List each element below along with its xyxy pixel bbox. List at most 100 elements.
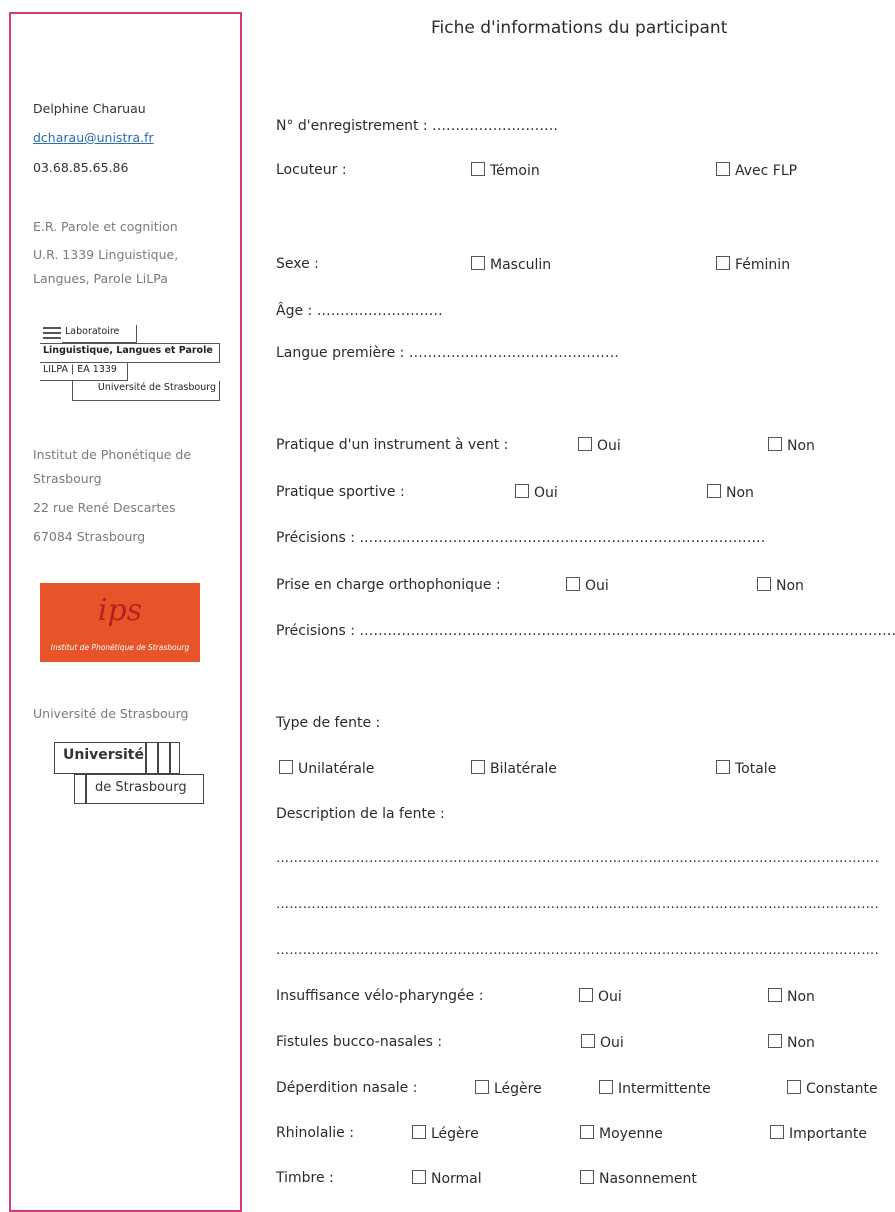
page-title: Fiche d'informations du participant (431, 18, 728, 38)
checkbox-icon (581, 1034, 595, 1048)
unistra-logo-bar (170, 742, 180, 774)
checkbox-feminin[interactable]: Féminin (716, 256, 790, 273)
unistra-logo-bar (158, 742, 170, 774)
checkbox-rhino-moyenne[interactable]: Moyenne (580, 1125, 663, 1142)
first-language-field[interactable]: Langue première : ……………………………………… (276, 345, 619, 361)
checkbox-icon (471, 760, 485, 774)
ips-logo-caption: Institut de Phonétique de Strasbourg (50, 643, 190, 652)
checkbox-label: Unilatérale (298, 761, 375, 777)
vpi-label: Insuffisance vélo-pharyngée : (276, 988, 484, 1004)
checkbox-label: Oui (534, 485, 558, 501)
unistra-logo-bar (74, 774, 86, 804)
checkbox-temoin[interactable]: Témoin (471, 162, 540, 179)
checkbox-label: Féminin (735, 257, 791, 273)
team-line-2: U.R. 1339 Linguistique, (33, 247, 179, 262)
checkbox-icon (757, 577, 771, 591)
checkbox-therapy-yes[interactable]: Oui (566, 577, 609, 594)
checkbox-icon (716, 162, 730, 176)
checkbox-icon (412, 1170, 426, 1184)
checkbox-label: Constante (806, 1081, 878, 1097)
checkbox-unilaterale[interactable]: Unilatérale (279, 760, 374, 777)
checkbox-wind-no[interactable]: Non (768, 437, 815, 454)
checkbox-label: Importante (789, 1126, 868, 1142)
lines-icon (40, 325, 61, 343)
checkbox-sport-yes[interactable]: Oui (515, 484, 558, 501)
checkbox-icon (578, 437, 592, 451)
contact-email-link[interactable]: dcharau@unistra.fr (33, 130, 154, 145)
checkbox-therapy-no[interactable]: Non (757, 577, 804, 594)
checkbox-totale[interactable]: Totale (716, 760, 776, 777)
checkbox-rhino-legere[interactable]: Légère (412, 1125, 479, 1142)
checkbox-icon (579, 988, 593, 1002)
institute-line-2: Strasbourg (33, 471, 102, 486)
checkbox-bilaterale[interactable]: Bilatérale (471, 760, 557, 777)
checkbox-timbre-nasonnement[interactable]: Nasonnement (580, 1170, 697, 1187)
checkbox-label: Totale (735, 761, 777, 777)
checkbox-icon (599, 1080, 613, 1094)
checkbox-label: Non (726, 485, 754, 501)
checkbox-sport-no[interactable]: Non (707, 484, 754, 501)
checkbox-label: Oui (598, 989, 622, 1005)
checkbox-icon (707, 484, 721, 498)
checkbox-label: Avec FLP (735, 163, 798, 179)
fistula-label: Fistules bucco-nasales : (276, 1034, 443, 1050)
checkbox-fistula-no[interactable]: Non (768, 1034, 815, 1051)
checkbox-icon (279, 760, 293, 774)
checkbox-vpi-no[interactable]: Non (768, 988, 815, 1005)
cleft-description-line-1[interactable]: …………………………………………………………………………………………………………… (276, 851, 878, 866)
checkbox-avec-flp[interactable]: Avec FLP (716, 162, 797, 179)
checkbox-nasal-intermittente[interactable]: Intermittente (599, 1080, 711, 1097)
team-line-3: Langues, Parole LiLPa (33, 271, 168, 286)
sport-label: Pratique sportive : (276, 484, 405, 500)
checkbox-icon (471, 256, 485, 270)
rhinolalia-label: Rhinolalie : (276, 1125, 354, 1141)
checkbox-label: Non (787, 438, 815, 454)
checkbox-icon (716, 760, 730, 774)
lilpa-logo: Laboratoire Linguistique, Langues et Par… (40, 325, 220, 403)
lab-logo-line-1: Laboratoire (62, 325, 137, 343)
checkbox-label: Masculin (490, 257, 552, 273)
checkbox-icon (475, 1080, 489, 1094)
checkbox-icon (770, 1125, 784, 1139)
checkbox-icon (471, 162, 485, 176)
institute-line-3: 22 rue René Descartes (33, 500, 176, 515)
cleft-description-line-3[interactable]: …………………………………………………………………………………………………………… (276, 943, 878, 958)
checkbox-vpi-yes[interactable]: Oui (579, 988, 622, 1005)
checkbox-label: Légère (494, 1081, 542, 1097)
checkbox-label: Légère (431, 1126, 479, 1142)
checkbox-masculin[interactable]: Masculin (471, 256, 551, 273)
age-field[interactable]: Âge : ……………………… (276, 303, 443, 319)
cleft-description-line-2[interactable]: …………………………………………………………………………………………………………… (276, 897, 878, 912)
checkbox-timbre-normal[interactable]: Normal (412, 1170, 482, 1187)
checkbox-label: Non (776, 578, 804, 594)
checkbox-nasal-constante[interactable]: Constante (787, 1080, 878, 1097)
checkbox-wind-yes[interactable]: Oui (578, 437, 621, 454)
checkbox-icon (515, 484, 529, 498)
university-text: Université de Strasbourg (33, 706, 189, 721)
registration-field[interactable]: N° d'enregistrement : ……………………… (276, 118, 558, 134)
checkbox-icon (412, 1125, 426, 1139)
lab-logo-line-2: Linguistique, Langues et Parole (40, 343, 220, 363)
institute-line-1: Institut de Phonétique de (33, 447, 192, 462)
ips-logo: ips Institut de Phonétique de Strasbourg (40, 583, 200, 662)
cleft-type-label: Type de fente : (276, 715, 381, 731)
precisions-field-1[interactable]: Précisions : ………………………………………………………………………… (276, 530, 766, 546)
checkbox-label: Intermittente (618, 1081, 711, 1097)
checkbox-icon (768, 437, 782, 451)
timbre-label: Timbre : (276, 1170, 334, 1186)
checkbox-label: Témoin (490, 163, 540, 179)
checkbox-rhino-importante[interactable]: Importante (770, 1125, 867, 1142)
unistra-logo-bar (146, 742, 158, 774)
checkbox-icon (566, 577, 580, 591)
checkbox-icon (787, 1080, 801, 1094)
unistra-logo: Université de Strasbourg (54, 742, 204, 804)
contact-phone: 03.68.85.65.86 (33, 160, 129, 175)
precisions-field-2[interactable]: Précisions : ………………………………………………………………………… (276, 623, 895, 639)
checkbox-label: Non (787, 989, 815, 1005)
cleft-description-label: Description de la fente : (276, 806, 445, 822)
checkbox-fistula-yes[interactable]: Oui (581, 1034, 624, 1051)
checkbox-label: Moyenne (599, 1126, 663, 1142)
wind-instrument-label: Pratique d'un instrument à vent : (276, 437, 509, 453)
checkbox-icon (580, 1125, 594, 1139)
checkbox-nasal-legere[interactable]: Légère (475, 1080, 542, 1097)
